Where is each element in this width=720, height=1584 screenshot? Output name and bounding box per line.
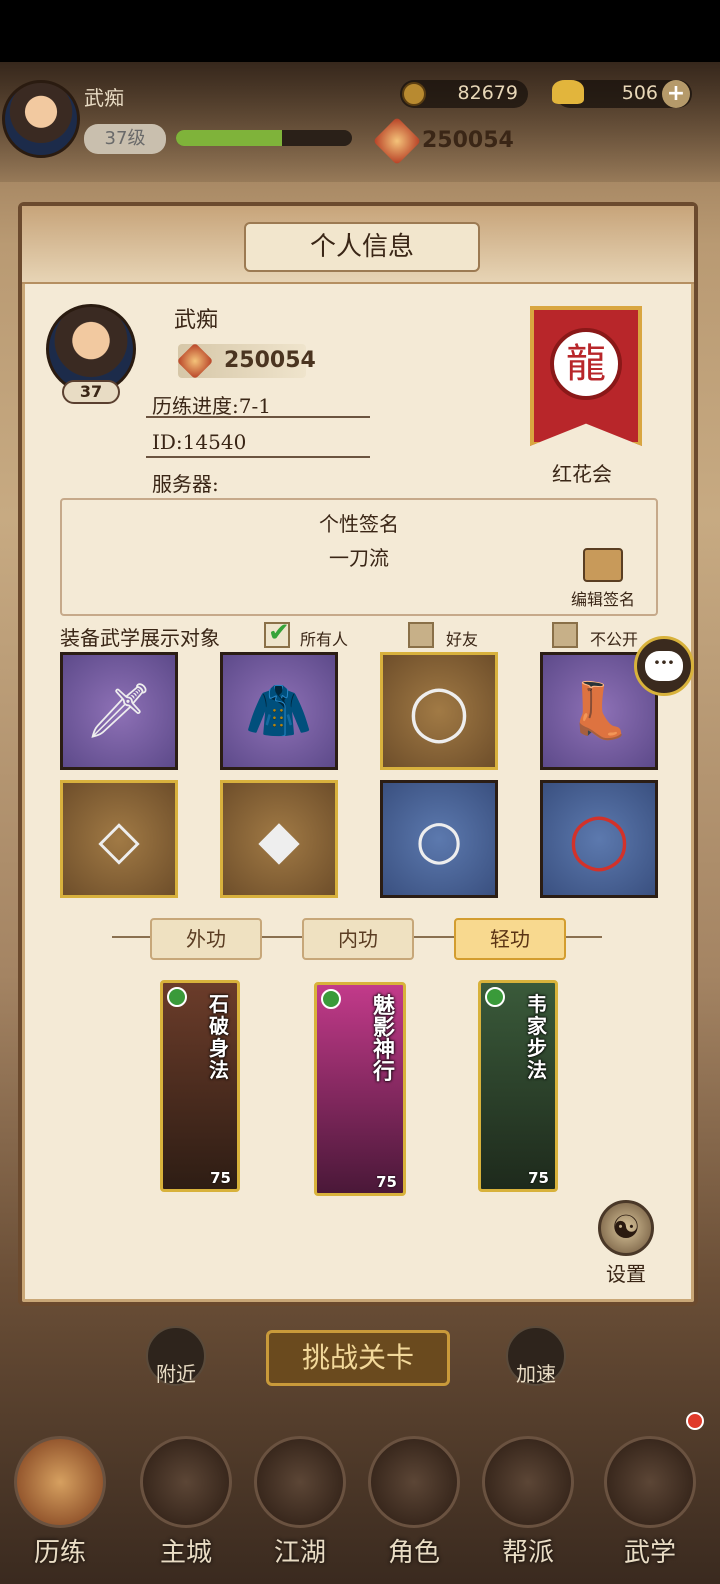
training-icon [14,1436,106,1528]
coin-icon [402,82,426,106]
nav-main-city[interactable]: 主城 [136,1436,236,1584]
edit-signature-button[interactable]: 编辑签名 [560,548,646,612]
settings-button[interactable]: ☯ 设置 [594,1200,658,1288]
equip-slot-ring[interactable]: ○ [380,780,498,898]
coin-value: 82679 [457,82,518,104]
option-label-everyone: 所有人 [300,630,349,649]
nav-label: 江湖 [273,1538,326,1568]
nav-training[interactable]: 历练 [10,1436,110,1584]
option-label-private: 不公开 [590,630,639,649]
speedup-label: 加速 [516,1362,556,1386]
belt-icon: ◯ [408,679,470,743]
checkbox-everyone[interactable]: ✔ [264,618,290,648]
nav-label: 帮派 [501,1538,554,1568]
notification-dot [686,1412,704,1430]
nav-label: 历练 [33,1538,86,1568]
divider [146,416,370,418]
yin-yang-icon: ☯ [598,1200,654,1256]
exp-bar-fill [176,130,282,146]
skill-level: 75 [376,1173,397,1191]
city-gate-icon [140,1436,232,1528]
equip-slot-bracelet[interactable]: ◯ [540,780,658,898]
character-icon [368,1436,460,1528]
skill-card[interactable]: 魅影神行 75 [314,982,406,1196]
progress-text: 历练进度:7-1 [152,394,271,418]
tab-lightness[interactable]: 轻功 [454,918,566,960]
guild-name: 红花会 [552,462,612,486]
nearby-label: 附近 [156,1362,196,1386]
ring-icon: ○ [415,807,463,871]
skill-name: 韦家步法 [527,992,547,1082]
nav-label: 武学 [623,1538,676,1568]
avatar-level: 37 [62,380,120,404]
header-power: 250054 [422,128,514,153]
challenge-button[interactable]: 挑战关卡 [266,1330,450,1386]
profile-power: 250054 [224,348,316,373]
add-ingot-button[interactable]: + [662,80,690,108]
bracelet-icon: ◯ [568,807,630,871]
necklace-icon: ◇ [98,807,140,871]
scroll-icon [583,548,623,582]
checkbox-friends[interactable] [408,622,434,648]
player-name: 武痴 [84,86,124,110]
coin-counter: 82679 [400,80,528,108]
guild-icon [482,1436,574,1528]
divider [146,456,370,458]
equip-slot-armor[interactable]: 🧥 [220,652,338,770]
skill-level: 75 [528,1169,549,1187]
skill-card[interactable]: 石破身法 75 [160,980,240,1192]
profile-panel: 个人信息 37 武痴 250054 历练进度:7-1 ID:14540 服务器:… [18,202,698,1306]
hairpin-icon: ◆ [258,807,300,871]
equipped-icon [167,987,187,1007]
nearby-button[interactable]: 附近 [146,1326,206,1386]
equipped-icon [321,989,341,1009]
ingot-counter: 506 + [552,80,692,108]
nav-character[interactable]: 角色 [364,1436,464,1584]
dragon-emblem-icon: 龍 [550,328,622,400]
skill-name: 魅影神行 [373,993,396,1085]
speedup-button[interactable]: 加速 [506,1326,566,1386]
option-label-friends: 好友 [446,630,479,649]
nav-label: 主城 [159,1538,212,1568]
exp-bar [176,130,352,146]
skill-level: 75 [210,1169,231,1187]
level-badge: 37级 [84,124,166,154]
nav-label: 角色 [387,1538,440,1568]
nav-martial-arts[interactable]: 武学 [600,1436,700,1584]
skill-name: 石破身法 [209,992,229,1082]
saber-icon: 🗡 [84,679,154,742]
panel-title: 个人信息 [244,222,480,272]
settings-label: 设置 [606,1262,646,1286]
signature-title: 个性签名 [319,512,399,536]
equip-slot-necklace[interactable]: ◇ [60,780,178,898]
player-avatar[interactable] [2,80,80,158]
profile-name: 武痴 [174,308,219,333]
equipped-icon [485,987,505,1007]
chat-icon: ··· [645,651,683,681]
tab-external[interactable]: 外功 [150,918,262,960]
ingot-value: 506 [621,82,658,104]
tab-internal[interactable]: 内功 [302,918,414,960]
display-label: 装备武学展示对象 [60,626,220,650]
equip-slot-hairpin[interactable]: ◆ [220,780,338,898]
checkbox-private[interactable] [552,622,578,648]
guild-banner[interactable]: 龍 [530,306,642,446]
sword-icon [254,1436,346,1528]
edit-signature-label: 编辑签名 [570,590,635,609]
server-text: 服务器: [152,472,219,496]
checkmark-icon: ✔ [268,618,290,648]
panel-header: 个人信息 [22,206,694,284]
chat-button[interactable]: ··· [634,636,694,696]
nav-guild[interactable]: 帮派 [478,1436,578,1584]
ingot-icon [552,80,584,104]
cape-icon: 🧥 [245,679,313,742]
nav-jianghu[interactable]: 江湖 [250,1436,350,1584]
equip-slot-belt[interactable]: ◯ [380,652,498,770]
scroll-stack-icon [604,1436,696,1528]
signature-box: 个性签名 一刀流 编辑签名 [60,498,658,616]
equip-slot-weapon[interactable]: 🗡 [60,652,178,770]
player-id: ID:14540 [152,430,247,454]
skill-card[interactable]: 韦家步法 75 [478,980,558,1192]
